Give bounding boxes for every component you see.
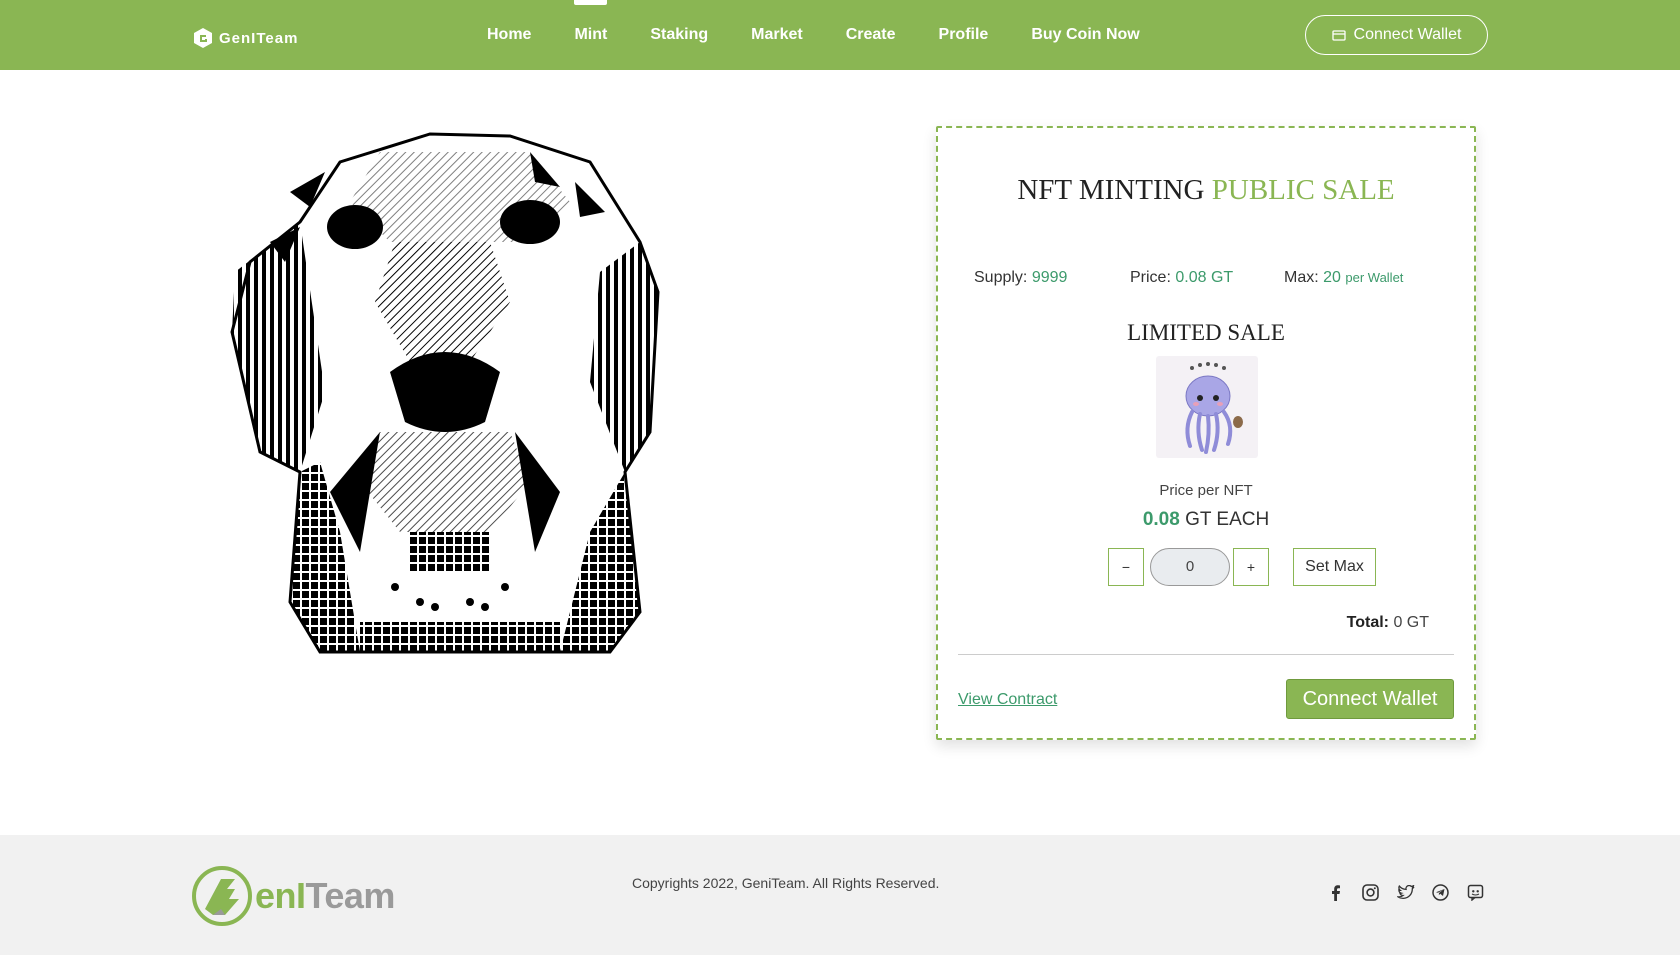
mint-card: NFT MINTING PUBLIC SALE Supply: 9999 Pri… [936, 126, 1476, 740]
facebook-icon[interactable] [1326, 883, 1345, 902]
quantity-increment-button[interactable]: + [1233, 548, 1269, 586]
footer-logo-rest: Team [305, 875, 396, 916]
telegram-icon[interactable] [1431, 883, 1450, 902]
top-navbar: GenITeam Home Mint Staking Market Create… [0, 0, 1680, 70]
footer-logo-text: enITeam [255, 875, 395, 917]
nav-buy-coin[interactable]: Buy Coin Now [1031, 0, 1139, 70]
price-each: 0.08 GT EACH [938, 509, 1474, 531]
set-max-button[interactable]: Set Max [1293, 548, 1376, 586]
quantity-input[interactable]: 0 [1150, 548, 1230, 586]
hero-dog-artwork [230, 132, 686, 656]
footer-logo-icon [192, 866, 252, 926]
nav-connect-label: Connect Wallet [1353, 26, 1462, 43]
supply-label: Supply: [974, 269, 1028, 286]
limited-sale-heading: LIMITED SALE [1127, 320, 1285, 345]
total-label: Total: [1346, 614, 1389, 631]
supply-stat: Supply: 9999 [974, 269, 1067, 287]
nav-connect-wallet-button[interactable]: Connect Wallet [1305, 15, 1488, 55]
quantity-decrement-button[interactable]: − [1108, 548, 1144, 586]
price-each-value: 0.08 [1142, 509, 1180, 530]
price-stat: Price: 0.08 GT [1130, 269, 1233, 287]
copyright-text: Copyrights 2022, GeniTeam. All Rights Re… [632, 875, 940, 891]
max-label: Max: [1284, 269, 1319, 286]
discord-icon[interactable] [1466, 883, 1485, 902]
mint-title-accent: PUBLIC SALE [1211, 174, 1395, 206]
max-suffix: per Wallet [1345, 270, 1404, 285]
price-per-nft-label: Price per NFT [1159, 482, 1253, 499]
max-value: 20 [1323, 269, 1341, 286]
nav-market[interactable]: Market [751, 0, 803, 70]
max-stat: Max: 20 per Wallet [1284, 269, 1403, 287]
brand-name: GenITeam [219, 29, 299, 47]
social-links [1326, 883, 1485, 902]
price-label: Price: [1130, 269, 1171, 286]
total-line: Total: 0 GT [1347, 614, 1429, 632]
brand-logo[interactable]: GenITeam [192, 27, 298, 49]
mint-title: NFT MINTING PUBLIC SALE [938, 174, 1474, 207]
nft-preview-image [1156, 356, 1258, 458]
supply-value: 9999 [1031, 269, 1068, 286]
nav-links: Home Mint Staking Market Create Profile … [487, 0, 1183, 70]
instagram-icon[interactable] [1361, 883, 1380, 902]
price-each-suffix: GT EACH [1185, 509, 1270, 530]
footer: enITeam Copyrights 2022, GeniTeam. All R… [0, 835, 1680, 955]
nav-create[interactable]: Create [846, 0, 896, 70]
nav-home[interactable]: Home [487, 0, 531, 70]
nav-profile[interactable]: Profile [939, 0, 989, 70]
total-value: 0 GT [1393, 614, 1429, 631]
footer-logo[interactable]: enITeam [191, 865, 395, 927]
nav-mint[interactable]: Mint [574, 0, 607, 70]
twitter-icon[interactable] [1396, 883, 1415, 902]
brand-logo-icon [194, 28, 212, 48]
mint-title-main: NFT MINTING [1017, 174, 1205, 206]
card-divider [958, 654, 1454, 655]
nav-staking[interactable]: Staking [650, 0, 708, 70]
wallet-icon [1331, 30, 1346, 41]
footer-logo-accent: enI [255, 875, 306, 916]
view-contract-link[interactable]: View Contract [958, 691, 1057, 709]
card-connect-wallet-button[interactable]: Connect Wallet [1286, 679, 1454, 719]
price-value: 0.08 GT [1175, 269, 1234, 286]
